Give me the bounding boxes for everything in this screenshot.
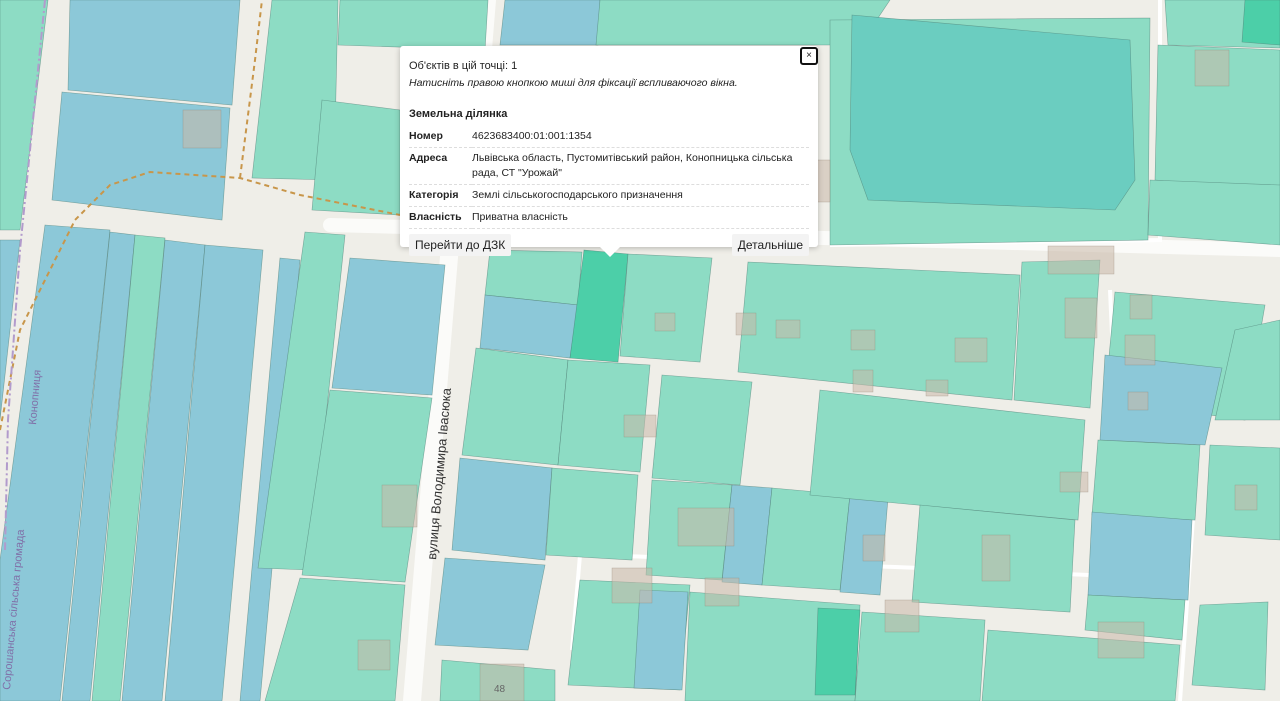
building xyxy=(850,329,876,351)
house-number: 48 xyxy=(494,684,506,695)
land-parcel[interactable] xyxy=(1241,0,1280,46)
parcel-info-table: Номер 4623683400:01:001:1354 Адреса Львівс… xyxy=(409,126,809,229)
building xyxy=(1194,49,1230,87)
building xyxy=(862,534,886,562)
land-parcel[interactable] xyxy=(451,457,553,561)
land-parcel[interactable] xyxy=(1091,439,1201,521)
land-parcel[interactable] xyxy=(264,577,406,701)
land-parcel[interactable] xyxy=(651,374,753,486)
land-parcel[interactable] xyxy=(331,257,446,396)
info-row-address: Адреса Львівська область, Пустомитівський… xyxy=(409,147,809,185)
land-parcel[interactable] xyxy=(619,253,713,363)
row-key: Власність xyxy=(409,206,472,229)
land-parcel[interactable] xyxy=(311,99,401,216)
building xyxy=(1234,484,1258,511)
land-parcel[interactable] xyxy=(633,589,689,691)
row-key: Адреса xyxy=(409,147,472,185)
building xyxy=(1124,334,1156,366)
land-parcel[interactable] xyxy=(761,487,851,591)
land-parcel[interactable] xyxy=(981,629,1181,701)
land-parcel[interactable] xyxy=(479,294,579,359)
info-row-category: Категорія Землі сільськогосподарського пр… xyxy=(409,184,809,207)
row-key: Категорія xyxy=(409,184,472,207)
info-row-number: Номер 4623683400:01:001:1354 xyxy=(409,126,809,148)
building xyxy=(1059,471,1089,493)
building xyxy=(954,337,988,363)
row-value: 4623683400:01:001:1354 xyxy=(472,126,809,148)
land-parcel[interactable] xyxy=(1191,601,1269,691)
building xyxy=(884,599,920,633)
popup-hint: Натисніть правою кнопкою миші для фіксац… xyxy=(409,77,738,89)
building xyxy=(1129,294,1153,320)
building xyxy=(677,507,735,547)
land-parcel[interactable] xyxy=(461,347,569,466)
land-parcel[interactable] xyxy=(499,0,601,46)
row-key: Номер xyxy=(409,126,472,148)
building xyxy=(1047,245,1115,275)
building xyxy=(1127,391,1149,411)
land-parcel[interactable] xyxy=(67,0,241,106)
building xyxy=(704,577,740,607)
building xyxy=(735,312,757,336)
building xyxy=(357,639,391,671)
building xyxy=(654,312,676,332)
building xyxy=(925,379,949,397)
go-to-dzk-button[interactable]: Перейти до ДЗК xyxy=(409,234,512,256)
land-parcel[interactable] xyxy=(1099,354,1223,446)
details-button[interactable]: Детальніше xyxy=(731,234,809,256)
row-value: Львівська область, Пустомитівський район… xyxy=(472,147,809,185)
land-parcel[interactable] xyxy=(814,607,861,696)
building xyxy=(623,414,657,438)
land-parcel[interactable] xyxy=(1087,511,1193,601)
land-parcel[interactable] xyxy=(854,611,986,701)
land-parcel[interactable] xyxy=(545,467,639,561)
row-value: Землі сільськогосподарського призначення xyxy=(472,184,809,207)
building xyxy=(1097,621,1145,659)
building xyxy=(775,319,801,339)
objects-count: Об'єктів в цій точці: 1 xyxy=(409,60,518,72)
building xyxy=(852,369,874,393)
building xyxy=(182,109,222,149)
popup-title: Земельна ділянка xyxy=(409,108,508,120)
close-button[interactable]: × xyxy=(800,47,818,65)
building xyxy=(479,663,525,701)
land-parcel[interactable] xyxy=(337,0,489,51)
building xyxy=(611,567,653,604)
building xyxy=(381,484,418,528)
land-parcel[interactable] xyxy=(1147,179,1280,246)
row-value: Приватна власність xyxy=(472,206,809,229)
building xyxy=(981,534,1011,582)
building xyxy=(1064,297,1098,339)
pond xyxy=(849,14,1136,211)
parcel-info-popup: × Об'єктів в цій точці: 1 Натисніть прав… xyxy=(400,46,818,257)
info-row-ownership: Власність Приватна власність xyxy=(409,206,809,229)
land-parcel[interactable] xyxy=(0,239,21,421)
land-parcel[interactable] xyxy=(434,557,546,651)
